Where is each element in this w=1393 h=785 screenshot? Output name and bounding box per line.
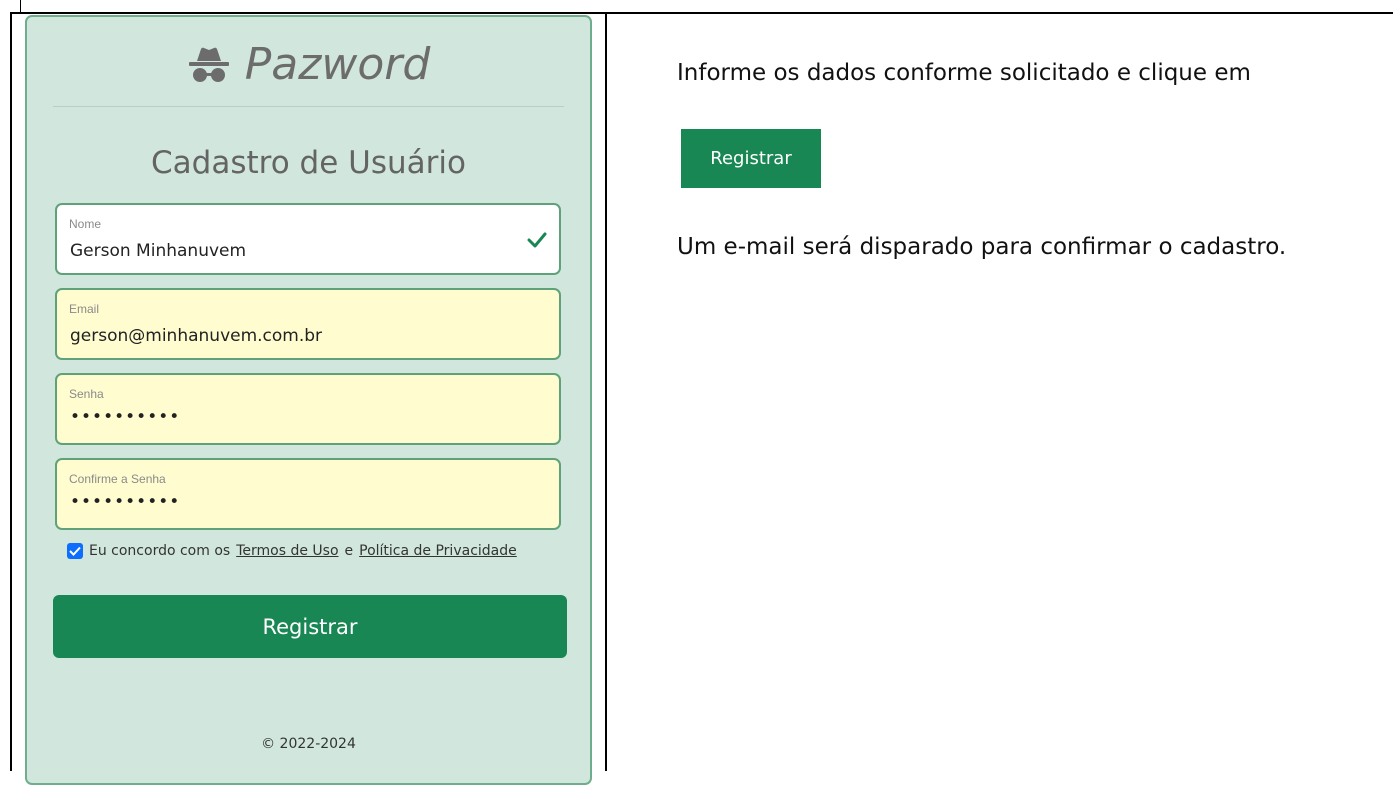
terms-of-use-link[interactable]: Termos de Uso [236,543,338,559]
name-label: Nome [69,217,102,231]
page-title: Cadastro de Usuário [151,145,466,181]
email-label: Email [69,302,100,316]
copyright: © 2022-2024 [261,736,356,752]
confirm-password-label: Confirme a Senha [69,472,166,486]
divider [53,106,564,107]
confirm-password-input[interactable]: •••••••••• [70,492,180,512]
confirm-password-field[interactable]: Confirme a Senha •••••••••• [55,458,561,530]
password-input[interactable]: •••••••••• [70,407,180,427]
password-field[interactable]: Senha •••••••••• [55,373,561,445]
instruction-text: Informe os dados conforme solicitado e c… [677,60,1251,86]
password-label: Senha [69,387,104,401]
brand-name: Pazword [244,39,431,90]
incognito-spy-icon [188,47,229,82]
register-button[interactable]: Registrar [53,595,567,658]
terms-checkbox[interactable] [67,543,83,559]
table-column-divider [605,12,607,771]
register-button-sample: Registrar [681,129,821,188]
name-field[interactable]: Nome Gerson Minhanuvem [55,203,561,275]
check-icon [69,546,81,556]
name-input[interactable]: Gerson Minhanuvem [70,241,246,261]
confirmation-note: Um e-mail será disparado para confirmar … [677,234,1287,260]
email-input[interactable]: gerson@minhanuvem.com.br [70,326,322,346]
email-field[interactable]: Email gerson@minhanuvem.com.br [55,288,561,360]
checkmark-icon [527,232,547,248]
privacy-policy-link[interactable]: Política de Privacidade [359,543,517,559]
brand: Pazword [27,39,590,90]
terms-agreement: Eu concordo com os Termos de Uso e Polít… [67,543,517,559]
terms-connector: e [344,543,354,559]
terms-text: Eu concordo com os [89,543,231,559]
registration-card: Pazword Cadastro de Usuário Nome Gerson … [25,15,592,785]
